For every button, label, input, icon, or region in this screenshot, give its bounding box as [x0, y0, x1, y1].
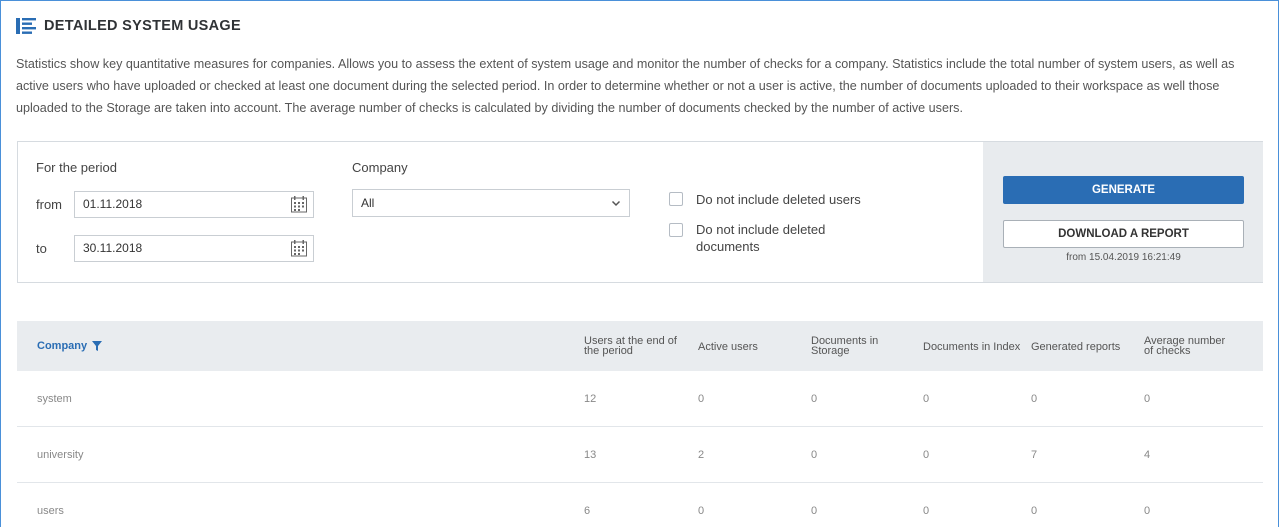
column-average: Average number of checks [1144, 336, 1225, 357]
cell-reports: 7 [1031, 449, 1038, 461]
to-date-input[interactable]: 30.11.2018 [74, 235, 314, 262]
usage-table: Company Users at the end of the period A… [17, 321, 1263, 527]
exclude-deleted-docs-label-line1: Do not include deleted [696, 222, 826, 237]
generate-button[interactable]: GENERATE [1003, 176, 1244, 204]
cell-users: 13 [584, 449, 597, 461]
cell-average: 0 [1144, 393, 1151, 405]
exclude-deleted-users-checkbox[interactable] [669, 192, 683, 206]
column-company-label: Company [37, 340, 88, 352]
period-label: For the period [36, 160, 117, 175]
calendar-icon[interactable] [291, 196, 307, 213]
company-select[interactable]: All [352, 189, 630, 217]
to-label: to [36, 241, 47, 256]
page-title: DETAILED SYSTEM USAGE [44, 18, 241, 34]
column-users-end-line2: the period [584, 345, 633, 357]
cell-company: users [37, 505, 64, 517]
cell-average: 0 [1144, 505, 1151, 517]
from-date-value: 01.11.2018 [83, 197, 143, 211]
table-row: university 13 2 0 0 7 4 [17, 427, 1263, 483]
to-date-value: 30.11.2018 [83, 241, 143, 255]
column-active-users: Active users [698, 341, 758, 353]
column-storage: Documents in Storage [811, 336, 878, 357]
cell-average: 4 [1144, 449, 1151, 461]
cell-index: 0 [923, 393, 930, 405]
cell-index: 0 [923, 505, 930, 517]
cell-index: 0 [923, 449, 930, 461]
chevron-down-icon [611, 200, 621, 207]
filter-panel: For the period from 01.11.2018 to 30.11.… [17, 141, 1263, 283]
download-report-button[interactable]: DOWNLOAD A REPORT [1003, 220, 1244, 248]
cell-storage: 0 [811, 449, 818, 461]
table-row: system 12 0 0 0 0 0 [17, 371, 1263, 427]
from-label: from [36, 197, 62, 212]
cell-users: 6 [584, 505, 591, 517]
cell-reports: 0 [1031, 505, 1038, 517]
actions-panel: GENERATE DOWNLOAD A REPORT from 15.04.20… [983, 142, 1263, 282]
column-reports: Generated reports [1031, 341, 1121, 353]
page-header: DETAILED SYSTEM USAGE [16, 15, 241, 37]
table-row: users 6 0 0 0 0 0 [17, 483, 1263, 527]
cell-active: 0 [698, 505, 705, 517]
exclude-deleted-docs-label-line2: documents [696, 239, 760, 254]
column-average-line2: of checks [1144, 345, 1191, 357]
page-description: Statistics show key quantitative measure… [16, 57, 1235, 115]
column-company[interactable]: Company [37, 340, 103, 352]
cell-company: university [37, 449, 84, 461]
cell-storage: 0 [811, 393, 818, 405]
download-timestamp: from 15.04.2019 16:21:49 [1066, 252, 1181, 263]
calendar-icon[interactable] [291, 240, 307, 257]
from-date-input[interactable]: 01.11.2018 [74, 191, 314, 218]
exclude-deleted-docs-checkbox[interactable] [669, 223, 683, 237]
list-icon [16, 18, 36, 34]
column-storage-line2: Storage [811, 345, 850, 357]
cell-active: 0 [698, 393, 705, 405]
column-users-end: Users at the end of the period [584, 336, 677, 357]
table-header: Company Users at the end of the period A… [17, 321, 1263, 371]
cell-storage: 0 [811, 505, 818, 517]
company-label: Company [352, 160, 408, 175]
cell-reports: 0 [1031, 393, 1038, 405]
page-frame: DETAILED SYSTEM USAGE Statistics show ke… [0, 0, 1279, 527]
filter-icon[interactable] [92, 341, 103, 351]
cell-users: 12 [584, 393, 597, 405]
cell-company: system [37, 393, 72, 405]
exclude-deleted-users-label: Do not include deleted users [696, 192, 861, 207]
column-index: Documents in Index [923, 341, 1021, 353]
cell-active: 2 [698, 449, 705, 461]
company-select-value: All [361, 196, 375, 210]
